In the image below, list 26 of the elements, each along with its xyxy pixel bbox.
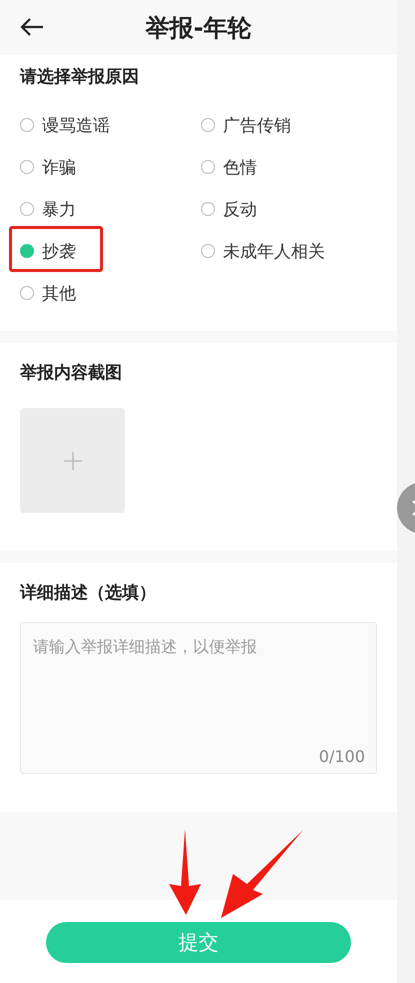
option-label[interactable]: 其他 [42, 282, 76, 304]
option-label[interactable]: 暴力 [42, 198, 76, 220]
section-title: 举报内容截图 [20, 362, 123, 384]
plus-icon [64, 452, 82, 470]
radio-button[interactable] [201, 244, 215, 258]
radio-button[interactable] [20, 202, 34, 216]
page-title: 举报-年轮 [146, 12, 252, 44]
option-label[interactable]: 未成年人相关 [223, 240, 325, 262]
option-label[interactable]: 谩骂造谣 [42, 114, 110, 136]
section-title: 请选择举报原因 [20, 66, 140, 88]
option-label[interactable]: 反动 [223, 198, 257, 220]
option-label[interactable]: 广告传销 [223, 114, 291, 136]
char-counter: 0/100 [318, 747, 365, 766]
option-label[interactable]: 抄袭 [42, 240, 76, 262]
radio-button[interactable] [201, 202, 215, 216]
radio-button[interactable] [201, 118, 215, 132]
back-arrow-icon[interactable] [19, 17, 45, 37]
radio-button[interactable] [20, 160, 34, 174]
radio-button[interactable] [20, 118, 34, 132]
add-image-button[interactable] [20, 408, 125, 513]
option-label[interactable]: 色情 [223, 156, 257, 178]
radio-button[interactable] [201, 160, 215, 174]
radio-button[interactable] [20, 286, 34, 300]
option-label[interactable]: 诈骗 [42, 156, 76, 178]
radio-button[interactable] [20, 244, 34, 258]
section-title: 详细描述（选填） [20, 582, 157, 604]
